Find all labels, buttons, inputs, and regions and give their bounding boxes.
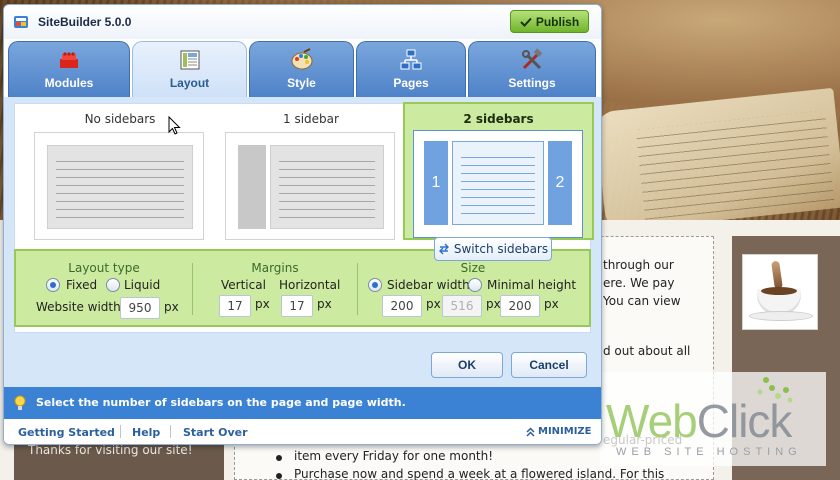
option-label: 1 sidebar xyxy=(283,112,339,126)
app-title: SiteBuilder 5.0.0 xyxy=(38,15,132,29)
coffee-cup-image xyxy=(742,254,818,330)
radio-fixed-label: Fixed xyxy=(66,278,98,292)
main-tabs: Modules Layout Style Pages Settings xyxy=(4,39,601,97)
margins-group: Margins Vertical Horizontal 17 px 17 px xyxy=(193,251,357,325)
layout-option-2-sidebars[interactable]: 2 sidebars 1 2 xyxy=(403,102,594,240)
layout-settings-panel: No sidebars 1 sidebar 2 sidebars 1 2 Lay… xyxy=(4,97,601,387)
unit-label: px xyxy=(426,297,441,311)
right-sidebar-width-input[interactable]: 200 xyxy=(500,295,540,317)
body-text-line: You can view xyxy=(603,294,681,308)
sitemap-icon xyxy=(400,49,422,70)
group-title: Margins xyxy=(251,261,299,275)
unit-label: px xyxy=(486,297,501,311)
sidebar-thanks-text: Thanks for visiting our site! xyxy=(28,443,193,457)
radio-sidebar-width[interactable] xyxy=(368,278,382,292)
palette-icon xyxy=(291,48,312,70)
body-text-line: through our xyxy=(603,258,674,272)
tab-label: Style xyxy=(287,76,316,90)
size-group: Size Sidebar width Minimal height 200 px… xyxy=(358,251,588,325)
cancel-button[interactable]: Cancel xyxy=(511,352,587,378)
radio-liquid-label: Liquid xyxy=(124,278,161,292)
radio-minimal-height[interactable] xyxy=(468,278,482,292)
sitebuilder-logo-icon xyxy=(14,16,28,28)
minimize-label: MINIMIZE xyxy=(538,426,592,437)
group-title: Size xyxy=(460,261,486,275)
group-title: Layout type xyxy=(68,261,140,275)
horizontal-margin-input[interactable]: 17 xyxy=(281,295,313,317)
body-text-line: ere. We pay xyxy=(603,276,675,290)
vertical-label: Vertical xyxy=(221,278,266,292)
unit-label: px xyxy=(255,297,270,311)
tab-pages[interactable]: Pages xyxy=(356,41,466,97)
bullet xyxy=(276,473,282,479)
title-bar: SiteBuilder 5.0.0 Publish xyxy=(4,5,601,39)
bricks-icon xyxy=(60,52,78,68)
website-width-label: Website width xyxy=(36,300,121,314)
lightbulb-icon xyxy=(14,395,26,410)
unit-label: px xyxy=(317,297,332,311)
left-sidebar-width-input[interactable]: 200 xyxy=(382,295,422,317)
horizontal-label: Horizontal xyxy=(279,278,341,292)
radio-minimal-height-label: Minimal height xyxy=(487,278,577,292)
ok-button[interactable]: OK xyxy=(431,352,503,378)
tab-label: Pages xyxy=(393,76,429,90)
publish-button[interactable]: Publish xyxy=(510,10,589,33)
radio-sidebar-width-label: Sidebar width xyxy=(387,278,470,292)
help-link[interactable]: Help xyxy=(132,426,160,439)
publish-label: Publish xyxy=(535,14,580,29)
tab-layout[interactable]: Layout xyxy=(132,41,247,97)
tab-label: Settings xyxy=(508,76,556,90)
swap-arrows-icon xyxy=(438,243,449,255)
bullet xyxy=(276,455,282,461)
double-chevron-up-icon xyxy=(526,426,535,437)
tab-settings[interactable]: Settings xyxy=(468,41,596,97)
layout-option-no-sidebars[interactable]: No sidebars xyxy=(25,104,215,254)
layout-preview xyxy=(34,132,204,240)
webclick-logo: WebClick xyxy=(606,395,792,447)
website-width-input[interactable]: 950 xyxy=(120,297,160,319)
minimize-button[interactable]: MINIMIZE xyxy=(526,426,592,437)
left-sidebar-marker: 1 xyxy=(424,141,448,225)
right-sidebar-marker: 2 xyxy=(548,141,572,225)
option-label: No sidebars xyxy=(84,112,156,126)
layout-type-group: Layout type Fixed Liquid Website width 9… xyxy=(16,251,192,325)
getting-started-link[interactable]: Getting Started xyxy=(18,426,115,439)
hint-bar: Select the number of sidebars on the pag… xyxy=(4,387,601,419)
tools-icon xyxy=(522,48,543,70)
body-text-line: item every Friday for one month! xyxy=(294,449,494,463)
content-width-input: 516 xyxy=(442,295,482,317)
unit-label: px xyxy=(164,300,179,314)
sitebuilder-window: SiteBuilder 5.0.0 Publish Modules Layout xyxy=(3,4,602,445)
hint-text: Select the number of sidebars on the pag… xyxy=(36,396,406,409)
checkmark-icon xyxy=(520,17,532,27)
body-text-line: Purchase now and spend a week at a flowe… xyxy=(294,467,665,480)
layout-preview xyxy=(225,132,395,240)
layout-option-1-sidebar[interactable]: 1 sidebar xyxy=(216,104,406,254)
body-text-line: d out about all xyxy=(603,344,691,358)
tab-label: Modules xyxy=(44,76,94,90)
switch-sidebars-label: Switch sidebars xyxy=(453,242,549,256)
divider xyxy=(170,425,171,438)
tab-modules[interactable]: Modules xyxy=(8,41,130,97)
mouse-cursor-icon xyxy=(168,116,181,135)
start-over-link[interactable]: Start Over xyxy=(183,426,248,439)
layout-preview: 1 2 xyxy=(413,130,583,238)
divider xyxy=(120,425,121,438)
switch-sidebars-button[interactable]: Switch sidebars xyxy=(434,237,552,261)
tab-label: Layout xyxy=(169,76,210,90)
tab-style[interactable]: Style xyxy=(249,41,354,97)
webclick-logo-subtitle: WEB SITE HOSTING xyxy=(616,446,802,458)
footer-bar: Getting Started Help Start Over MINIMIZE xyxy=(4,419,601,444)
vertical-margin-input[interactable]: 17 xyxy=(219,295,251,317)
option-label: 2 sidebars xyxy=(463,112,534,126)
radio-liquid[interactable] xyxy=(106,278,120,292)
layout-grid-icon xyxy=(180,50,199,70)
unit-label: px xyxy=(544,297,559,311)
radio-fixed[interactable] xyxy=(46,278,60,292)
